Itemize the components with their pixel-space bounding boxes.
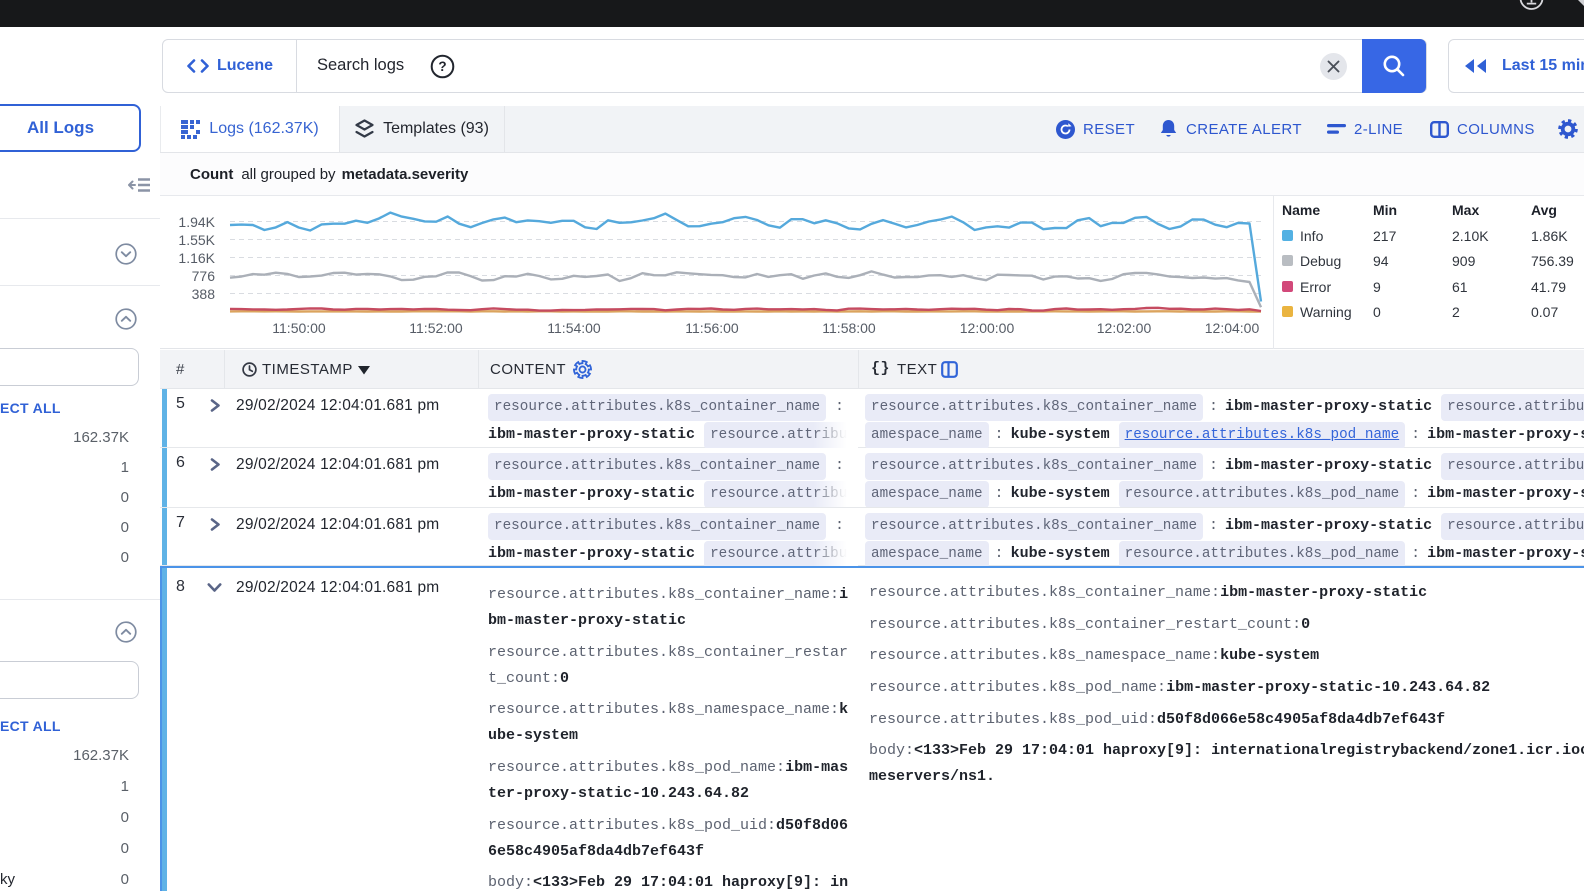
svg-text:?: ? [438,59,446,74]
